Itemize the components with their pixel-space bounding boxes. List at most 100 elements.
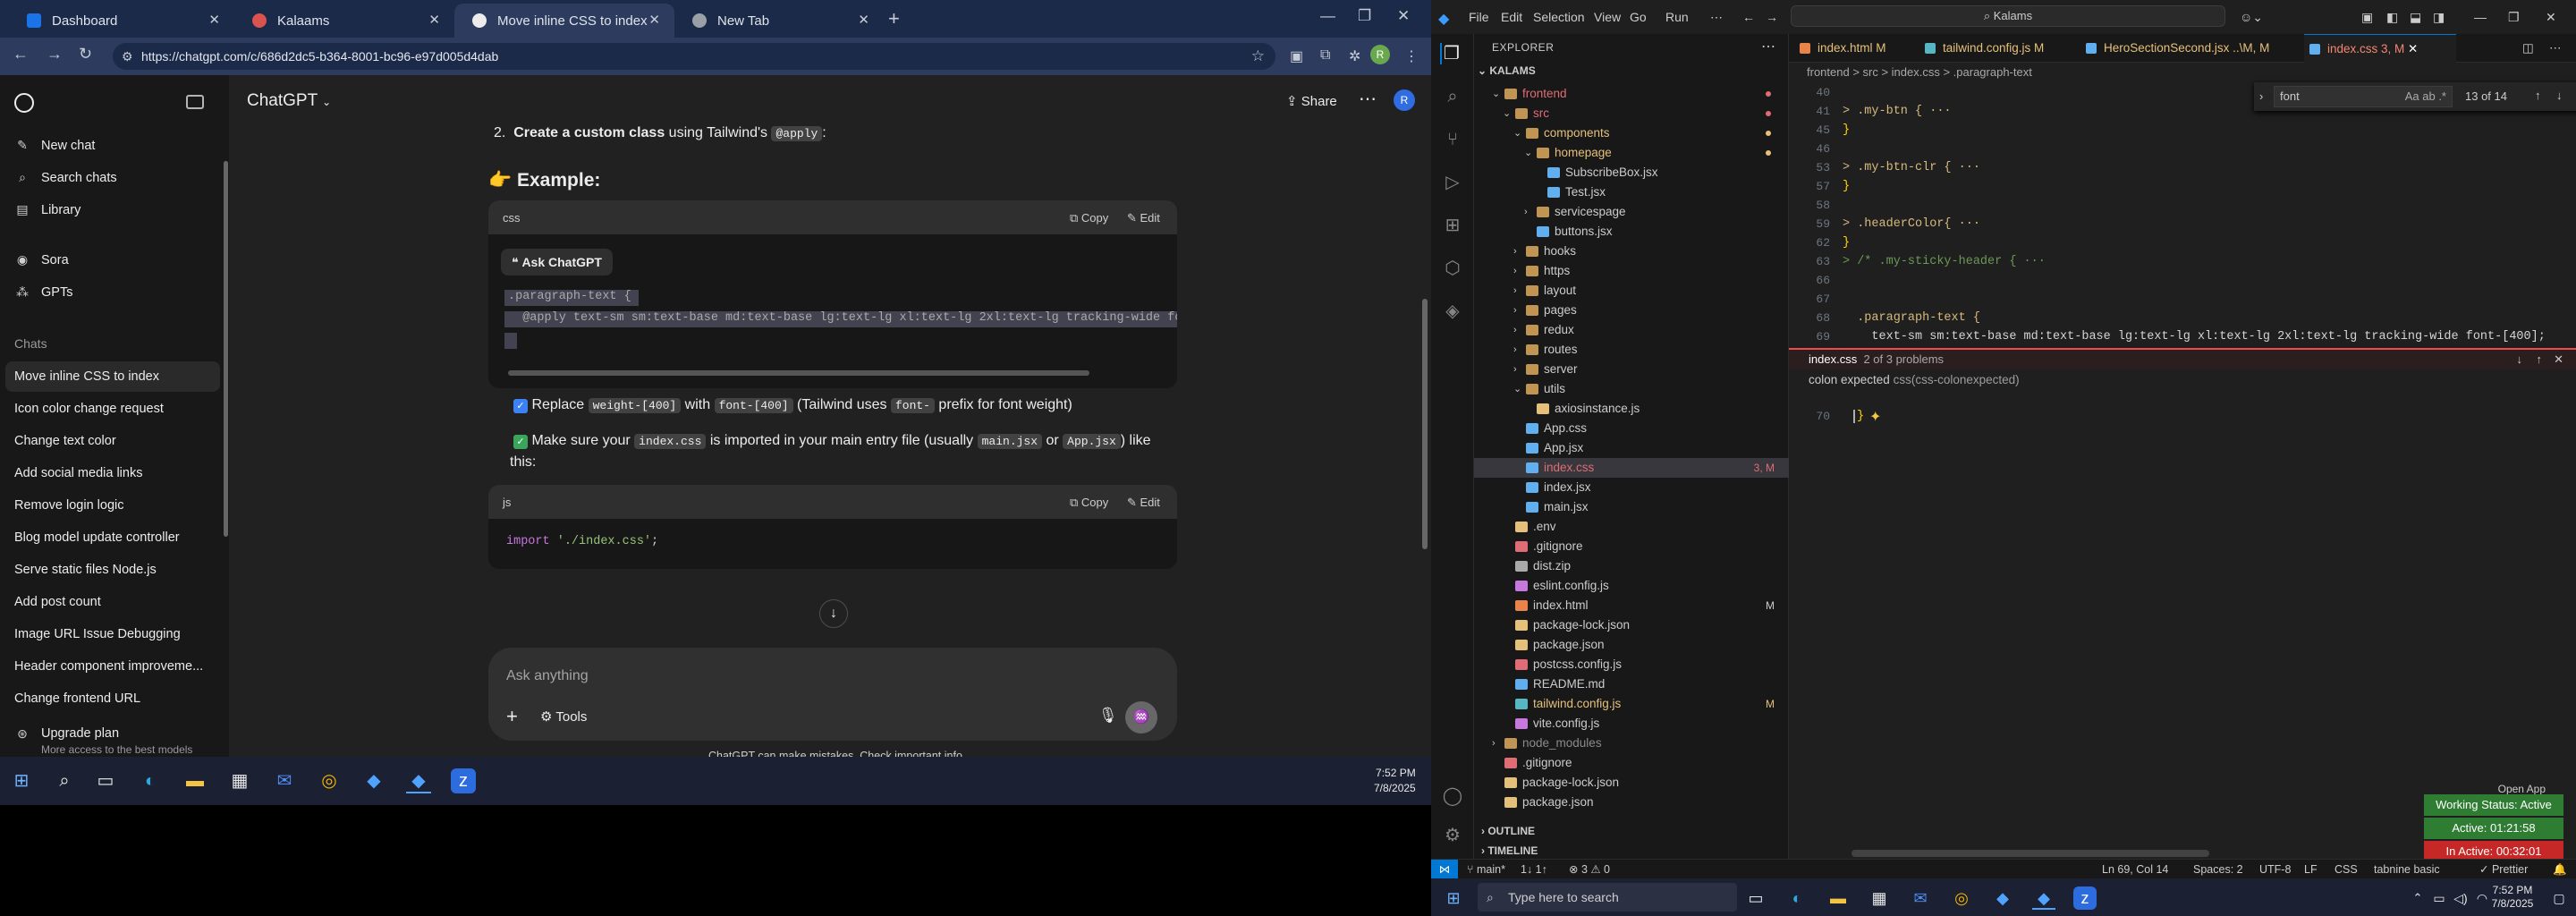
explorer-files-icon[interactable]: ❐ — [1440, 43, 1462, 64]
copy-button[interactable]: ⧉ Copy — [1070, 496, 1108, 510]
source-control-icon[interactable]: ⑂ — [1442, 129, 1463, 150]
tree-file[interactable]: axiosinstance.js — [1474, 399, 1789, 419]
maximize-icon[interactable]: ❐ — [1358, 7, 1371, 25]
chat-item[interactable]: Image URL Issue Debugging — [14, 619, 220, 649]
menu-selection[interactable]: Selection — [1533, 10, 1585, 24]
menu-go[interactable]: Go — [1630, 10, 1647, 24]
browser-tab-chatgpt[interactable]: Move inline CSS to index ✕ — [454, 4, 674, 38]
tree-file[interactable]: App.jsx — [1474, 438, 1789, 458]
model-selector[interactable]: ChatGPT ⌄ — [247, 91, 331, 111]
tree-folder[interactable]: › layout — [1474, 281, 1789, 301]
vscode-alt-icon[interactable]: ◆ — [1991, 886, 2014, 910]
tabnine-status[interactable]: tabnine basic — [2374, 860, 2440, 879]
tree-file[interactable]: index.html M — [1474, 596, 1789, 615]
chat-item[interactable]: Move inline CSS to index — [5, 361, 220, 392]
task-view-icon[interactable]: ▭ — [1744, 886, 1767, 910]
network-icon[interactable]: ▭ — [2428, 886, 2451, 910]
vscode-alt-icon[interactable]: ◆ — [361, 768, 386, 793]
chrome-icon[interactable]: ◎ — [1950, 886, 1973, 910]
reload-icon[interactable]: ↻ — [79, 45, 92, 64]
find-input[interactable]: font Aa ab .* — [2274, 86, 2453, 107]
tree-file[interactable]: package.json — [1474, 793, 1789, 812]
notifications-bell-icon[interactable]: 🔔 — [2553, 860, 2567, 879]
site-info-icon[interactable]: ⚙ — [122, 43, 133, 70]
browser-tab-newtab[interactable]: New Tab ✕ — [674, 4, 884, 38]
tree-folder[interactable]: › hooks — [1474, 242, 1789, 261]
chat-item[interactable]: Add social media links — [14, 458, 220, 488]
notification-icon[interactable]: ▢ — [2547, 886, 2571, 910]
horizontal-scrollbar[interactable] — [508, 370, 1089, 376]
mail-icon[interactable]: ✉ — [1909, 886, 1932, 910]
timeline-section[interactable]: › TIMELINE — [1481, 844, 1538, 857]
language-mode[interactable]: CSS — [2334, 860, 2358, 879]
composer-input[interactable]: Ask anything — [506, 668, 589, 684]
remote-explorer-icon[interactable]: ⬡ — [1442, 258, 1463, 279]
forward-arrow-icon[interactable]: → — [47, 45, 63, 64]
chat-item[interactable]: Change frontend URL — [14, 683, 220, 714]
tree-folder[interactable]: ⌄ components — [1474, 123, 1789, 143]
vscode-icon[interactable]: ◆ — [406, 768, 431, 793]
microphone-icon[interactable]: 🎙 — [1098, 707, 1118, 725]
sync-status[interactable]: 1↓ 1↑ — [1521, 860, 1547, 879]
tree-file[interactable]: postcss.config.js — [1474, 655, 1789, 674]
layout-icon[interactable]: ▣ — [2361, 10, 2373, 25]
code-editor[interactable]: 40 41 > .my-btn { ··· 45} 46 53 > .my-btn-clr … — [1789, 82, 2576, 859]
menu-file[interactable]: File — [1469, 10, 1489, 24]
chat-item[interactable]: Serve static files Node.js — [14, 555, 220, 585]
tree-folder[interactable]: › servicespage — [1474, 202, 1789, 222]
chevron-right-icon[interactable]: › — [2259, 89, 2263, 103]
tree-file[interactable]: .env — [1474, 517, 1789, 537]
file-explorer-icon[interactable]: ▬ — [1826, 886, 1850, 910]
chat-item[interactable]: Add post count — [14, 587, 220, 617]
avatar[interactable]: R — [1394, 89, 1415, 111]
outline-section[interactable]: › OUTLINE — [1481, 825, 1535, 837]
tree-file[interactable]: SubscribeBox.jsx — [1474, 163, 1789, 182]
chat-item[interactable]: Blog model update controller — [14, 522, 220, 553]
tree-file[interactable]: index.jsx — [1474, 478, 1789, 497]
edge-icon[interactable]: ◐ — [138, 768, 163, 793]
chatgpt-logo-icon[interactable] — [14, 93, 34, 113]
tray-chevron-icon[interactable]: ⌃ — [2406, 886, 2429, 910]
close-icon[interactable]: ✕ — [2554, 350, 2563, 369]
indentation[interactable]: Spaces: 2 — [2193, 860, 2243, 879]
sidebar-item-sora[interactable]: ◉ Sora — [14, 252, 69, 267]
tree-file[interactable]: dist.zip — [1474, 556, 1789, 576]
menu-run[interactable]: Run — [1665, 10, 1689, 24]
ask-chatgpt-button[interactable]: ❝ Ask ChatGPT — [501, 249, 613, 276]
sidebar-item-library[interactable]: ▤ Library — [14, 202, 80, 217]
voice-mode-icon[interactable]: ♒ — [1125, 701, 1157, 734]
branch-status[interactable]: ⑂ main* — [1467, 860, 1505, 879]
editor-tab[interactable]: tailwind.config.js M — [1919, 34, 2080, 63]
store-icon[interactable]: ▦ — [227, 768, 252, 793]
line-ending[interactable]: LF — [2304, 860, 2318, 879]
edge-icon[interactable]: ◐ — [1785, 886, 1809, 910]
sidebar-toggle-icon[interactable] — [186, 95, 204, 109]
composer[interactable]: Ask anything + ⚙ Tools 🎙 ♒ — [488, 648, 1177, 741]
remote-icon[interactable]: ⋈ — [1431, 860, 1458, 879]
editor-tab-active[interactable]: index.css 3, M ✕ — [2304, 34, 2456, 63]
extension-icon[interactable]: ▣ — [1290, 47, 1303, 65]
edit-button[interactable]: ✎ Edit — [1127, 211, 1160, 225]
mail-icon[interactable]: ✉ — [272, 768, 297, 793]
sidebar-item-search[interactable]: ⌕ Search chats — [14, 170, 117, 185]
account-icon[interactable]: ◯ — [1442, 785, 1463, 807]
close-tab-icon[interactable]: ✕ — [2408, 42, 2418, 55]
tree-file[interactable]: main.jsx — [1474, 497, 1789, 517]
split-editor-icon[interactable]: ◫ — [2522, 41, 2534, 55]
profile-avatar[interactable]: R — [1370, 45, 1390, 64]
close-tab-icon[interactable]: ✕ — [428, 12, 440, 28]
maximize-icon[interactable]: ❐ — [2508, 10, 2520, 25]
lightbulb-icon[interactable]: ✦ — [1869, 408, 1881, 426]
settings-gear-icon[interactable]: ⚙ — [1442, 825, 1463, 846]
taskbar-search[interactable]: ⌕ Type here to search — [1478, 883, 1737, 912]
close-window-icon[interactable]: ✕ — [1397, 7, 1410, 25]
tree-file[interactable]: package.json — [1474, 635, 1789, 655]
menu-view[interactable]: View — [1594, 10, 1621, 24]
previous-match-icon[interactable]: ↑ — [2535, 89, 2541, 102]
menu-edit[interactable]: Edit — [1501, 10, 1522, 24]
puzzle-icon[interactable]: ✲ — [1349, 47, 1360, 65]
tree-file[interactable]: eslint.config.js — [1474, 576, 1789, 596]
tree-folder[interactable]: ⌄ utils — [1474, 379, 1789, 399]
edit-button[interactable]: ✎ Edit — [1127, 496, 1160, 510]
tree-file[interactable]: buttons.jsx — [1474, 222, 1789, 242]
